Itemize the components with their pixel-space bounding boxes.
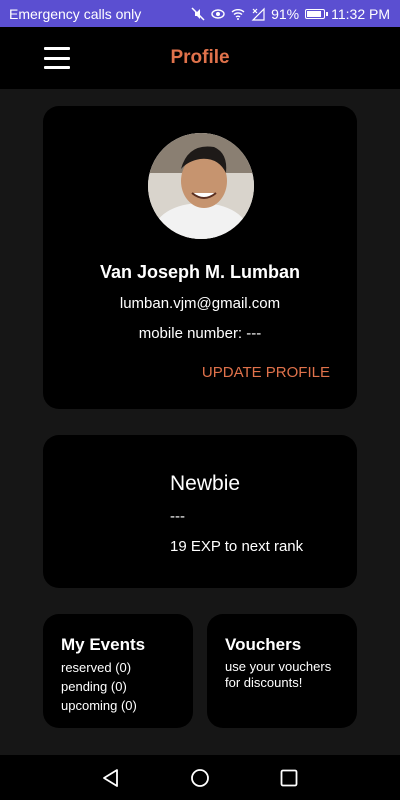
mute-icon [191, 6, 205, 21]
events-upcoming: upcoming (0) [61, 698, 137, 713]
no-signal-icon [251, 7, 265, 21]
vouchers-description: use your vouchers for discounts! [225, 659, 332, 690]
events-reserved: reserved (0) [61, 660, 132, 675]
update-profile-button[interactable]: UPDATE PROFILE [202, 364, 330, 381]
profile-name: Van Joseph M. Lumban [99, 262, 301, 282]
system-nav-bar [0, 755, 400, 800]
page-title: Profile [170, 47, 230, 68]
rank-name: Newbie [170, 472, 241, 495]
vouchers-card[interactable]: Vouchers use your vouchers for discounts… [207, 614, 357, 728]
status-bar: Emergency calls only 91% 11:32 PM [0, 0, 400, 27]
battery-level-fill [307, 10, 321, 17]
my-events-lines: reserved (0) pending (0) upcoming (0) [61, 658, 137, 715]
home-circle-icon[interactable] [189, 767, 211, 789]
battery-percent: 91% [271, 5, 300, 22]
events-pending: pending (0) [61, 679, 127, 694]
battery-icon [305, 8, 329, 19]
carrier-text: Emergency calls only [9, 5, 142, 22]
hamburger-menu-icon[interactable] [44, 47, 70, 69]
wifi-icon [231, 7, 245, 21]
my-events-card[interactable]: My Events reserved (0) pending (0) upcom… [43, 614, 193, 728]
my-events-title: My Events [61, 635, 146, 654]
eye-icon [211, 7, 225, 21]
profile-mobile: mobile number: --- [138, 325, 262, 342]
avatar [148, 133, 254, 239]
recents-square-icon[interactable] [278, 767, 300, 789]
app-bar: Profile [0, 27, 400, 89]
rank-card: Newbie --- 19 EXP to next rank [43, 435, 357, 588]
clock: 11:32 PM [331, 5, 390, 22]
rank-exp-text: 19 EXP to next rank [170, 538, 304, 555]
profile-email: lumban.vjm@gmail.com [119, 295, 281, 312]
rank-subtitle: --- [170, 508, 185, 525]
profile-card: Van Joseph M. Lumban lumban.vjm@gmail.co… [43, 106, 357, 409]
back-triangle-icon[interactable] [100, 767, 122, 789]
status-icons: 91% 11:32 PM [191, 6, 390, 22]
vouchers-title: Vouchers [225, 635, 302, 654]
